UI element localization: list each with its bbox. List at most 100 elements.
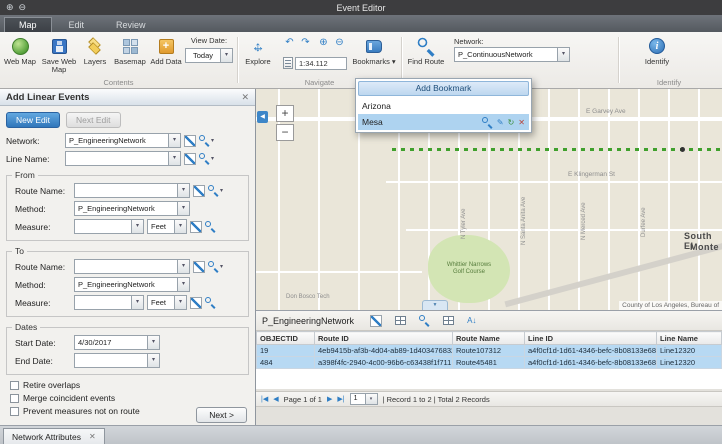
- caret-down-icon[interactable]: ▾: [175, 219, 187, 234]
- edit-bookmark-icon[interactable]: ✎: [497, 118, 504, 127]
- prevent-measures-checkbox[interactable]: [10, 407, 19, 416]
- retire-overlaps-checkbox[interactable]: [10, 381, 19, 390]
- bookmarks-button[interactable]: Bookmarks ▾: [350, 35, 398, 66]
- next-edit-button[interactable]: Next Edit: [66, 112, 121, 128]
- table-row[interactable]: 484 a398f4fc-2940-4c00-96b6-c63438f1f711…: [257, 357, 722, 369]
- scale-list-icon[interactable]: [283, 57, 293, 69]
- caret-down-icon[interactable]: ▾: [366, 393, 378, 405]
- next-extent-icon[interactable]: ↷: [298, 36, 313, 50]
- to-method-select[interactable]: P_EngineeringNetwork: [74, 277, 178, 292]
- from-measure-input[interactable]: [74, 219, 132, 234]
- table-row[interactable]: 19 4eb9415b-af3b-4d04-ab89-1d403476832b …: [257, 345, 722, 357]
- search-measure-icon[interactable]: [205, 221, 216, 232]
- next-step-button[interactable]: Next >: [196, 407, 247, 423]
- zoom-out-icon[interactable]: ⊖: [19, 0, 27, 15]
- search-route-icon[interactable]: ▾: [208, 185, 223, 196]
- switch-selection-icon[interactable]: [443, 316, 454, 325]
- caret-down-icon[interactable]: ▾: [148, 335, 160, 350]
- caret-down-icon[interactable]: ▾: [169, 133, 181, 148]
- side-panel-toggle-icon[interactable]: ◀: [257, 111, 268, 123]
- select-route-on-map-icon[interactable]: [193, 185, 205, 197]
- line-name-select[interactable]: [65, 151, 169, 166]
- zoom-in-icon[interactable]: ⊕: [6, 0, 14, 15]
- caret-down-icon[interactable]: ▾: [132, 295, 144, 310]
- tab-network-attributes[interactable]: Network Attributes ✕: [3, 428, 105, 444]
- attribute-toolbar: P_EngineeringNetwork A↓: [256, 311, 722, 331]
- basemap-button[interactable]: Basemap: [112, 35, 148, 66]
- refresh-bookmark-icon[interactable]: ↻: [508, 118, 515, 127]
- bookmark-item-arizona[interactable]: Arizona: [358, 98, 529, 114]
- start-date-input[interactable]: 4/30/2017: [74, 335, 148, 350]
- map-zoom-out-icon[interactable]: ⊖: [332, 36, 347, 50]
- last-page-icon[interactable]: ▶|: [337, 395, 344, 403]
- map-scale-input[interactable]: 1:34.112: [295, 57, 347, 70]
- pick-measure-on-map-icon[interactable]: [190, 297, 202, 309]
- sort-icon[interactable]: A↓: [467, 316, 476, 325]
- close-tab-icon[interactable]: ✕: [89, 432, 96, 441]
- pick-measure-on-map-icon[interactable]: [190, 221, 202, 233]
- column-header-objectid[interactable]: OBJECTID: [257, 332, 315, 345]
- add-bookmark-button[interactable]: Add Bookmark: [358, 81, 529, 96]
- from-method-select[interactable]: P_EngineeringNetwork: [74, 201, 178, 216]
- caret-down-icon[interactable]: ▾: [178, 259, 190, 274]
- page-number-select[interactable]: 1: [350, 393, 366, 405]
- zoom-to-bookmark-icon[interactable]: [482, 117, 493, 128]
- search-route-icon[interactable]: ▾: [208, 261, 223, 272]
- web-map-button[interactable]: Web Map: [2, 35, 38, 66]
- caret-down-icon[interactable]: ▾: [148, 353, 160, 368]
- add-data-button[interactable]: + Add Data: [150, 35, 182, 66]
- caret-down-icon[interactable]: ▾: [178, 183, 190, 198]
- next-page-icon[interactable]: ▶: [327, 395, 332, 403]
- close-panel-icon[interactable]: ✕: [241, 92, 249, 103]
- explore-button[interactable]: ↔↕ Explore: [240, 35, 276, 66]
- save-web-map-button[interactable]: Save Web Map: [40, 35, 78, 74]
- table-options-icon[interactable]: [395, 316, 406, 325]
- view-date-select[interactable]: Today: [185, 48, 221, 63]
- column-header-route-name[interactable]: Route Name: [453, 332, 525, 345]
- tab-edit[interactable]: Edit: [54, 17, 100, 32]
- identify-button[interactable]: i Identify: [637, 35, 677, 66]
- end-date-input[interactable]: [74, 353, 148, 368]
- network-select[interactable]: P_ContinuousNetwork: [454, 47, 558, 62]
- zoom-in-button[interactable]: +: [276, 105, 294, 122]
- new-edit-button[interactable]: New Edit: [6, 112, 60, 128]
- select-route-on-map-icon[interactable]: [184, 135, 196, 147]
- layers-button[interactable]: Layers: [80, 35, 110, 66]
- column-header-line-name[interactable]: Line Name: [657, 332, 722, 345]
- caret-down-icon[interactable]: ▾: [178, 277, 190, 292]
- caret-down-icon[interactable]: ▾: [178, 201, 190, 216]
- zoom-out-button[interactable]: −: [276, 124, 294, 141]
- column-header-route-id[interactable]: Route ID: [315, 332, 453, 345]
- network-field-select[interactable]: P_EngineeringNetwork: [65, 133, 169, 148]
- caret-down-icon[interactable]: ▾: [169, 151, 181, 166]
- delete-bookmark-icon[interactable]: ✕: [518, 118, 525, 127]
- network-caret-icon[interactable]: ▾: [558, 47, 570, 62]
- from-unit-select[interactable]: Feet: [147, 219, 175, 234]
- view-date-caret-icon[interactable]: ▾: [221, 48, 233, 63]
- tab-review[interactable]: Review: [101, 17, 161, 32]
- attribute-panel-toggle-icon[interactable]: ▼: [422, 300, 448, 310]
- caret-down-icon[interactable]: ▾: [132, 219, 144, 234]
- caret-down-icon[interactable]: ▾: [175, 295, 187, 310]
- to-route-name-select[interactable]: [74, 259, 178, 274]
- to-measure-input[interactable]: [74, 295, 132, 310]
- previous-page-icon[interactable]: ◀: [273, 395, 278, 403]
- search-line-icon[interactable]: ▾: [199, 153, 214, 164]
- web-map-label: Web Map: [2, 58, 38, 66]
- bookmark-item-mesa[interactable]: Mesa ✎ ↻ ✕: [358, 114, 529, 130]
- select-route-on-map-icon[interactable]: [193, 261, 205, 273]
- previous-extent-icon[interactable]: ↶: [282, 36, 297, 50]
- merge-coincident-checkbox[interactable]: [10, 394, 19, 403]
- search-measure-icon[interactable]: [205, 297, 216, 308]
- tab-map[interactable]: Map: [4, 17, 52, 32]
- select-line-on-map-icon[interactable]: [184, 153, 196, 165]
- column-header-line-id[interactable]: Line ID: [525, 332, 657, 345]
- map-zoom-in-icon[interactable]: ⊕: [316, 36, 331, 50]
- first-page-icon[interactable]: |◀: [261, 395, 268, 403]
- find-route-button[interactable]: Find Route: [406, 35, 446, 66]
- search-network-icon[interactable]: ▾: [199, 135, 214, 146]
- to-unit-select[interactable]: Feet: [147, 295, 175, 310]
- from-route-name-select[interactable]: [74, 183, 178, 198]
- select-features-icon[interactable]: [370, 315, 382, 327]
- zoom-to-selection-icon[interactable]: [419, 315, 430, 326]
